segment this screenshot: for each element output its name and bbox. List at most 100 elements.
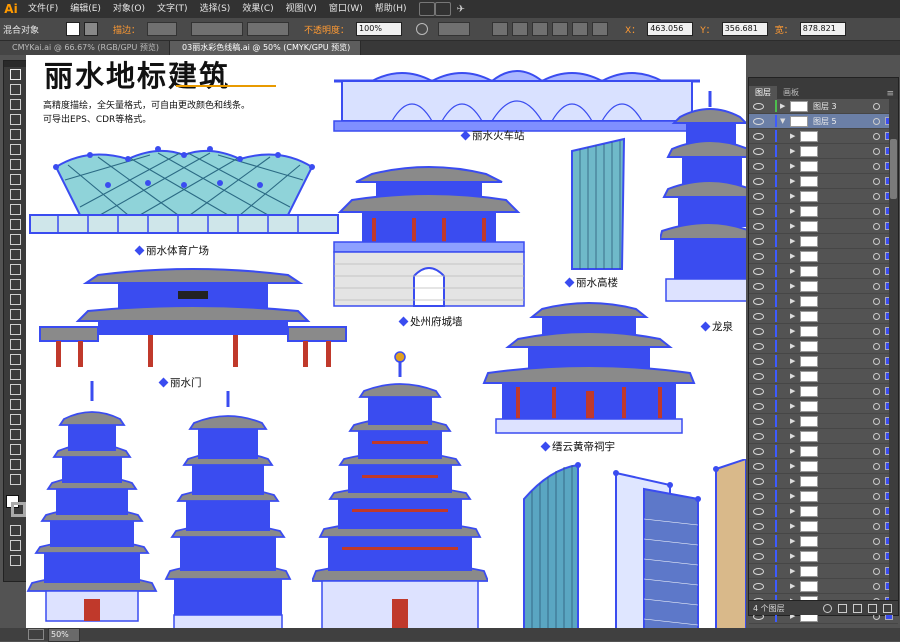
variable-width-profile[interactable] <box>191 22 244 36</box>
expand-arrow-icon[interactable]: ▶ <box>790 522 796 530</box>
stroke-weight[interactable] <box>147 22 178 36</box>
target-circle-icon[interactable] <box>873 282 880 290</box>
draw-mode-buttons[interactable] <box>7 540 23 553</box>
visibility-eye-icon[interactable] <box>753 282 764 290</box>
fill-stroke-widget[interactable] <box>4 493 26 523</box>
target-circle-icon[interactable] <box>873 552 880 560</box>
visibility-eye-icon[interactable] <box>753 297 764 305</box>
target-circle-icon[interactable] <box>873 537 880 545</box>
pencil-tool[interactable] <box>7 219 23 232</box>
sublayer-row[interactable]: ▶ <box>749 384 898 399</box>
visibility-eye-icon[interactable] <box>753 477 764 485</box>
expand-arrow-icon[interactable]: ▶ <box>790 372 796 380</box>
target-circle-icon[interactable] <box>873 477 880 485</box>
visibility-eye-icon[interactable] <box>753 267 764 275</box>
align-left-icon[interactable] <box>492 22 509 36</box>
sublayer-row[interactable]: ▶ <box>749 564 898 579</box>
curvature-tool[interactable] <box>7 144 23 157</box>
visibility-eye-icon[interactable] <box>753 177 764 185</box>
stroke-swatch[interactable] <box>84 22 99 36</box>
visibility-eye-icon[interactable] <box>753 522 764 530</box>
stroke-label[interactable]: 描边： <box>110 23 143 36</box>
city-wall-illustration[interactable] <box>332 160 526 308</box>
sublayer-row[interactable]: ▶ <box>749 279 898 294</box>
symbol-sprayer-tool[interactable] <box>7 399 23 412</box>
color-mode-buttons[interactable] <box>7 525 23 538</box>
expand-arrow-icon[interactable]: ▶ <box>790 312 796 320</box>
expand-arrow-icon[interactable]: ▶ <box>790 477 796 485</box>
magic-wand-tool[interactable] <box>7 99 23 112</box>
visibility-eye-icon[interactable] <box>753 132 764 140</box>
x-input[interactable]: 463.056 <box>647 22 694 36</box>
expand-arrow-icon[interactable]: ▶ <box>790 447 796 455</box>
align-middle-icon[interactable] <box>572 22 589 36</box>
expand-arrow-icon[interactable]: ▶ <box>790 567 796 575</box>
visibility-eye-icon[interactable] <box>753 567 764 575</box>
target-circle-icon[interactable] <box>873 102 880 110</box>
visibility-eye-icon[interactable] <box>753 102 764 110</box>
target-circle-icon[interactable] <box>873 582 880 590</box>
visibility-eye-icon[interactable] <box>753 147 764 155</box>
expand-arrow-icon[interactable]: ▶ <box>790 552 796 560</box>
target-circle-icon[interactable] <box>873 522 880 530</box>
visibility-eye-icon[interactable] <box>753 192 764 200</box>
make-clipping-mask-icon[interactable] <box>838 603 847 613</box>
sublayer-row[interactable]: ▶ <box>749 534 898 549</box>
layers-scrollbar[interactable] <box>889 99 898 601</box>
visibility-eye-icon[interactable] <box>753 492 764 500</box>
target-circle-icon[interactable] <box>873 312 880 320</box>
hand-tool[interactable] <box>7 459 23 472</box>
target-circle-icon[interactable] <box>873 432 880 440</box>
expand-arrow-icon[interactable]: ▶ <box>790 282 796 290</box>
new-layer-icon[interactable] <box>868 603 877 613</box>
layer-row[interactable]: ▶ 图层 3 <box>749 99 898 114</box>
menu-object[interactable]: 对象(O) <box>107 0 151 18</box>
shape-builder-tool[interactable] <box>7 309 23 322</box>
expand-arrow-icon[interactable]: ▶ <box>790 582 796 590</box>
sublayer-row[interactable]: ▶ <box>749 549 898 564</box>
expand-arrow-icon[interactable]: ▶ <box>790 492 796 500</box>
arrange-icon[interactable] <box>434 2 451 16</box>
temple-illustration[interactable] <box>482 295 696 435</box>
visibility-eye-icon[interactable] <box>753 117 764 125</box>
menu-type[interactable]: 文字(T) <box>151 0 194 18</box>
visibility-eye-icon[interactable] <box>753 582 764 590</box>
perspective-grid-tool[interactable] <box>7 324 23 337</box>
expand-arrow-icon[interactable]: ▶ <box>790 417 796 425</box>
artboard-canvas[interactable]: 丽水地标建筑 高精度描绘，全矢量格式，可自由更改颜色和线条。 可导出EPS、CD… <box>26 55 746 638</box>
visibility-eye-icon[interactable] <box>753 312 764 320</box>
sublayer-row[interactable]: ▶ <box>749 369 898 384</box>
target-circle-icon[interactable] <box>873 447 880 455</box>
expand-arrow-icon[interactable]: ▶ <box>790 132 796 140</box>
sublayer-row[interactable]: ▶ <box>749 504 898 519</box>
visibility-eye-icon[interactable] <box>753 402 764 410</box>
expand-arrow-icon[interactable]: ▶ <box>790 267 796 275</box>
sublayer-row[interactable]: ▶ <box>749 129 898 144</box>
expand-arrow-icon[interactable]: ▶ <box>790 297 796 305</box>
pagoda-one-illustration[interactable] <box>26 379 158 635</box>
visibility-eye-icon[interactable] <box>753 432 764 440</box>
expand-arrow-icon[interactable]: ▶ <box>790 237 796 245</box>
zoom-tool[interactable] <box>7 474 23 487</box>
sublayer-row[interactable]: ▶ <box>749 354 898 369</box>
visibility-eye-icon[interactable] <box>753 447 764 455</box>
new-sublayer-icon[interactable] <box>853 603 862 613</box>
sublayer-row[interactable]: ▶ <box>749 324 898 339</box>
slice-tool[interactable] <box>7 444 23 457</box>
visibility-eye-icon[interactable] <box>753 222 764 230</box>
sublayer-row[interactable]: ▶ <box>749 189 898 204</box>
sublayer-row[interactable]: ▶ <box>749 414 898 429</box>
screen-mode-button[interactable] <box>7 555 23 568</box>
station-illustration[interactable] <box>332 67 702 133</box>
target-circle-icon[interactable] <box>873 177 880 185</box>
lishui-gate-illustration[interactable] <box>38 261 348 369</box>
menu-window[interactable]: 窗口(W) <box>323 0 369 18</box>
y-input[interactable]: 356.681 <box>721 22 768 36</box>
target-circle-icon[interactable] <box>873 372 880 380</box>
expand-arrow-icon[interactable]: ▶ <box>790 342 796 350</box>
align-top-icon[interactable] <box>552 22 569 36</box>
fill-swatch[interactable] <box>66 22 81 36</box>
sublayer-row[interactable]: ▶ <box>749 294 898 309</box>
bridge-icon[interactable] <box>418 2 435 16</box>
visibility-eye-icon[interactable] <box>753 207 764 215</box>
